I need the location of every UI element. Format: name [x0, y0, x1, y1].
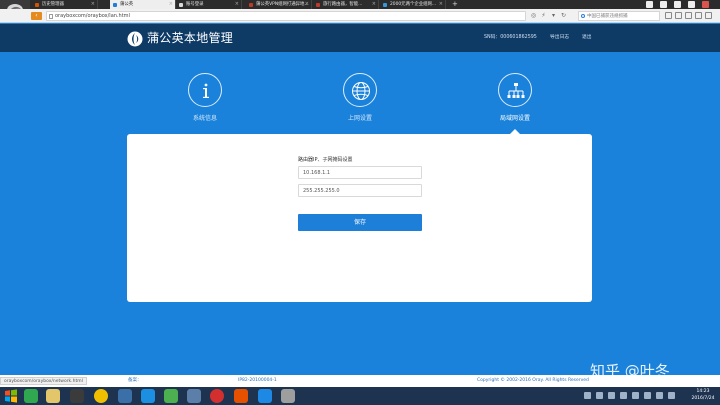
icp-number[interactable]: IP82-20100004-1 — [238, 377, 277, 385]
close-icon[interactable]: × — [91, 0, 95, 9]
page-icon — [49, 14, 53, 19]
maximize-icon[interactable] — [688, 1, 695, 8]
tab-favicon — [179, 2, 183, 7]
close-icon[interactable]: × — [169, 0, 173, 9]
tool-icon[interactable] — [281, 389, 295, 403]
ie-icon[interactable] — [24, 389, 38, 403]
tray-app-icon[interactable] — [620, 392, 627, 399]
tab-favicon — [316, 2, 320, 7]
menu-icon[interactable] — [646, 1, 653, 8]
download-icon[interactable] — [675, 12, 682, 19]
clock-date[interactable]: 2016/7/24 — [688, 395, 718, 402]
page-title: 蒲公英本地管理 — [147, 31, 234, 45]
tab-history[interactable]: 历史管理器 × — [32, 0, 98, 9]
tray-app-icon[interactable] — [584, 392, 591, 399]
search-icon — [581, 14, 585, 18]
main-content: 系统信息 上网设置 局域网设置 路由器IP、子网掩码设置 10.168.1.1 … — [0, 52, 720, 375]
tab-favicon — [113, 2, 117, 7]
bird-icon[interactable] — [164, 389, 178, 403]
tab-favicon — [35, 2, 39, 7]
tab-label: 蒲公英VPN组网打通异地... — [256, 2, 309, 7]
url-text: orayboxcom/oraybox/lan.html — [55, 13, 130, 19]
info-icon — [188, 73, 222, 107]
tab-label: 旅行路由器，智能... — [323, 2, 363, 7]
app-header: 蒲公英本地管理 SN码：000601862595 导出日志 退出 — [0, 24, 720, 52]
nav-label: 局域网设置 — [499, 115, 530, 122]
serial-number: SN码：000601862595 — [484, 35, 537, 40]
flag-icon[interactable] — [656, 392, 663, 399]
clock-time[interactable]: 14:23 — [688, 388, 718, 395]
tray-app-icon[interactable] — [596, 392, 603, 399]
minimize-icon[interactable] — [674, 1, 681, 8]
tab-label: 账号登录 — [186, 2, 204, 7]
beian-label: 备案： — [128, 378, 142, 383]
chevron-up-icon[interactable] — [668, 392, 675, 399]
section-label: 路由器IP、子网掩码设置 — [298, 157, 353, 163]
search-placeholder: 中国已捕获违规抓捕 — [587, 14, 628, 19]
qq-icon[interactable] — [118, 389, 132, 403]
close-window-icon[interactable] — [702, 1, 709, 8]
nav-lan-settings[interactable]: 局域网设置 — [475, 73, 555, 125]
lightning-icon[interactable]: ⚡ — [540, 12, 547, 19]
url-input[interactable]: orayboxcom/oraybox/lan.html — [46, 11, 526, 21]
address-bar: ‹ orayboxcom/oraybox/lan.html ◎ ⚡ ▾ ↻ 中国… — [0, 9, 720, 23]
more-icon[interactable] — [705, 12, 712, 19]
volume-icon[interactable] — [644, 392, 651, 399]
network-icon — [498, 73, 532, 107]
extension-icon[interactable] — [665, 12, 672, 19]
copyright-text: Copyright © 2002-2016 Oray. All Rights R… — [477, 378, 589, 383]
screenshot-icon[interactable] — [685, 12, 692, 19]
wangwang-icon[interactable] — [258, 389, 272, 403]
nav-label: 上网设置 — [347, 115, 372, 122]
tab-label: 历史管理器 — [42, 2, 64, 7]
media-icon[interactable] — [70, 389, 84, 403]
skin-icon[interactable] — [660, 1, 667, 8]
search-input[interactable]: 中国已捕获违规抓捕 — [578, 11, 660, 21]
tab-label: 蒲公英 — [120, 2, 134, 7]
save-button[interactable]: 保存 — [298, 214, 422, 231]
globe-icon — [343, 73, 377, 107]
pgy-logo-icon — [127, 31, 143, 49]
nav-label: 系统信息 — [192, 115, 217, 122]
tab-favicon — [249, 2, 253, 7]
network-tray-icon[interactable] — [632, 392, 639, 399]
taskbar: 14:23 2016/7/24 — [0, 387, 720, 405]
chrome-icon[interactable] — [94, 389, 108, 403]
subnet-mask-input[interactable] — [298, 184, 422, 197]
back-icon[interactable]: ‹ — [31, 12, 42, 20]
shield-icon[interactable]: ◎ — [530, 12, 537, 19]
export-log-link[interactable]: 导出日志 — [550, 34, 569, 42]
browser-tab-strip: 历史管理器 × 蒲公英 × 账号登录 × 蒲公英VPN组网打通异地... × 旅… — [0, 0, 720, 22]
close-icon[interactable]: × — [235, 0, 239, 9]
tab-label: 2000元两个企业组网... — [390, 2, 437, 7]
paint-icon[interactable] — [234, 389, 248, 403]
settings-icon[interactable] — [695, 12, 702, 19]
status-bar-url: orayboxcom/oraybox/network.html — [0, 377, 87, 385]
browser-taskbar-icon[interactable] — [187, 389, 201, 403]
tab-vpn[interactable]: 蒲公英VPN组网打通异地... × — [246, 0, 312, 9]
folder-icon[interactable] — [46, 389, 60, 403]
system-tray — [582, 389, 682, 403]
close-icon[interactable]: × — [439, 0, 443, 9]
settings-card: 路由器IP、子网掩码设置 保存 — [127, 134, 592, 302]
nav-internet-settings[interactable]: 上网设置 — [320, 73, 400, 125]
tab-favicon — [383, 2, 387, 7]
tab-router[interactable]: 旅行路由器，智能... × — [313, 0, 379, 9]
dropdown-icon[interactable]: ▾ — [550, 12, 557, 19]
watermark: 知乎 @叶冬 — [590, 362, 670, 380]
windows-start-icon[interactable] — [2, 388, 20, 404]
close-icon[interactable]: × — [305, 0, 309, 9]
tray-app-icon[interactable] — [608, 392, 615, 399]
cloud-icon[interactable] — [141, 389, 155, 403]
close-icon[interactable]: × — [372, 0, 376, 9]
new-tab-button[interactable]: + — [452, 0, 460, 9]
tab-pgy[interactable]: 蒲公英 × — [110, 0, 176, 9]
logout-link[interactable]: 退出 — [582, 34, 592, 42]
router-ip-input[interactable] — [298, 166, 422, 179]
video-icon[interactable] — [210, 389, 224, 403]
refresh-icon[interactable]: ↻ — [560, 12, 567, 19]
nav-system-info[interactable]: 系统信息 — [165, 73, 245, 125]
tab-enterprise[interactable]: 2000元两个企业组网... × — [380, 0, 446, 9]
tab-login[interactable]: 账号登录 × — [176, 0, 242, 9]
